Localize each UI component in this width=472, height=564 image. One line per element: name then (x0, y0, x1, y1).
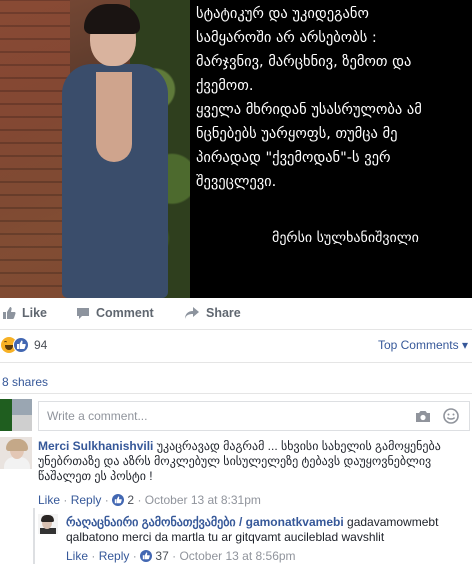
comment-like-count[interactable]: 2 (127, 493, 134, 507)
like-label: Like (22, 306, 48, 320)
share-icon (184, 306, 200, 320)
reply-reply-link[interactable]: Reply (99, 549, 130, 563)
divider (0, 329, 472, 330)
reply-author-link[interactable]: რაღაცნაირი გამონათქვამები / gamonatkvame… (66, 515, 344, 529)
brick-wall (0, 0, 70, 298)
post-image[interactable]: სტატიკურ და უკიდეგანო სამყაროში არ არსებ… (0, 0, 472, 298)
like-reaction-icon[interactable] (13, 337, 29, 353)
thumbs-up-icon (2, 306, 16, 320)
reply-body: რაღაცნაირი გამონათქვამები / gamonatkvame… (66, 515, 468, 545)
top-comments-dropdown[interactable]: Top Comments ▾ (378, 338, 468, 352)
avatar[interactable] (0, 437, 32, 469)
figure-chest (96, 72, 132, 162)
quote-signature: მერსი სულხანიშვილი (272, 230, 419, 246)
divider (0, 393, 472, 394)
comment-like-link[interactable]: Like (38, 493, 60, 507)
reply-like-count[interactable]: 37 (155, 549, 168, 563)
share-label: Share (206, 306, 241, 320)
reply-timestamp[interactable]: October 13 at 8:56pm (179, 549, 295, 563)
post-action-bar: Like Comment Share (0, 300, 472, 326)
reply-like-link[interactable]: Like (66, 549, 88, 563)
figure-hair (84, 4, 140, 34)
reactions-bar: 94 Top Comments ▾ (0, 335, 472, 357)
current-user-avatar[interactable] (0, 399, 32, 431)
like-button[interactable]: Like (2, 306, 47, 320)
reaction-count[interactable]: 94 (34, 338, 47, 352)
comment-composer (38, 401, 470, 431)
sticker-icon[interactable] (443, 408, 459, 429)
camera-icon[interactable] (415, 410, 431, 428)
comment-body: Merci Sulkhanishvili უკაცრავად მაგრამ ..… (38, 439, 468, 484)
comment-icon (76, 306, 90, 320)
comment-button[interactable]: Comment (76, 306, 154, 320)
comment-reply-link[interactable]: Reply (71, 493, 102, 507)
reply-meta: Like · Reply · 37 · October 13 at 8:56pm (66, 549, 296, 563)
post-photo (0, 0, 190, 298)
post-quote: სტატიკურ და უკიდეგანო სამყაროში არ არსებ… (196, 6, 422, 190)
avatar[interactable] (38, 514, 58, 534)
shares-link[interactable]: 8 shares (2, 375, 48, 389)
comment-timestamp[interactable]: October 13 at 8:31pm (145, 493, 261, 507)
comment-meta: Like · Reply · 2 · October 13 at 8:31pm (38, 493, 261, 507)
comment-input[interactable] (45, 408, 379, 424)
share-button[interactable]: Share (184, 306, 241, 320)
like-count-icon (112, 494, 125, 506)
like-count-icon (140, 550, 153, 562)
comment-label: Comment (96, 306, 154, 320)
divider (0, 362, 472, 363)
comment-author-link[interactable]: Merci Sulkhanishvili (38, 439, 153, 453)
reply-rail (33, 508, 35, 564)
